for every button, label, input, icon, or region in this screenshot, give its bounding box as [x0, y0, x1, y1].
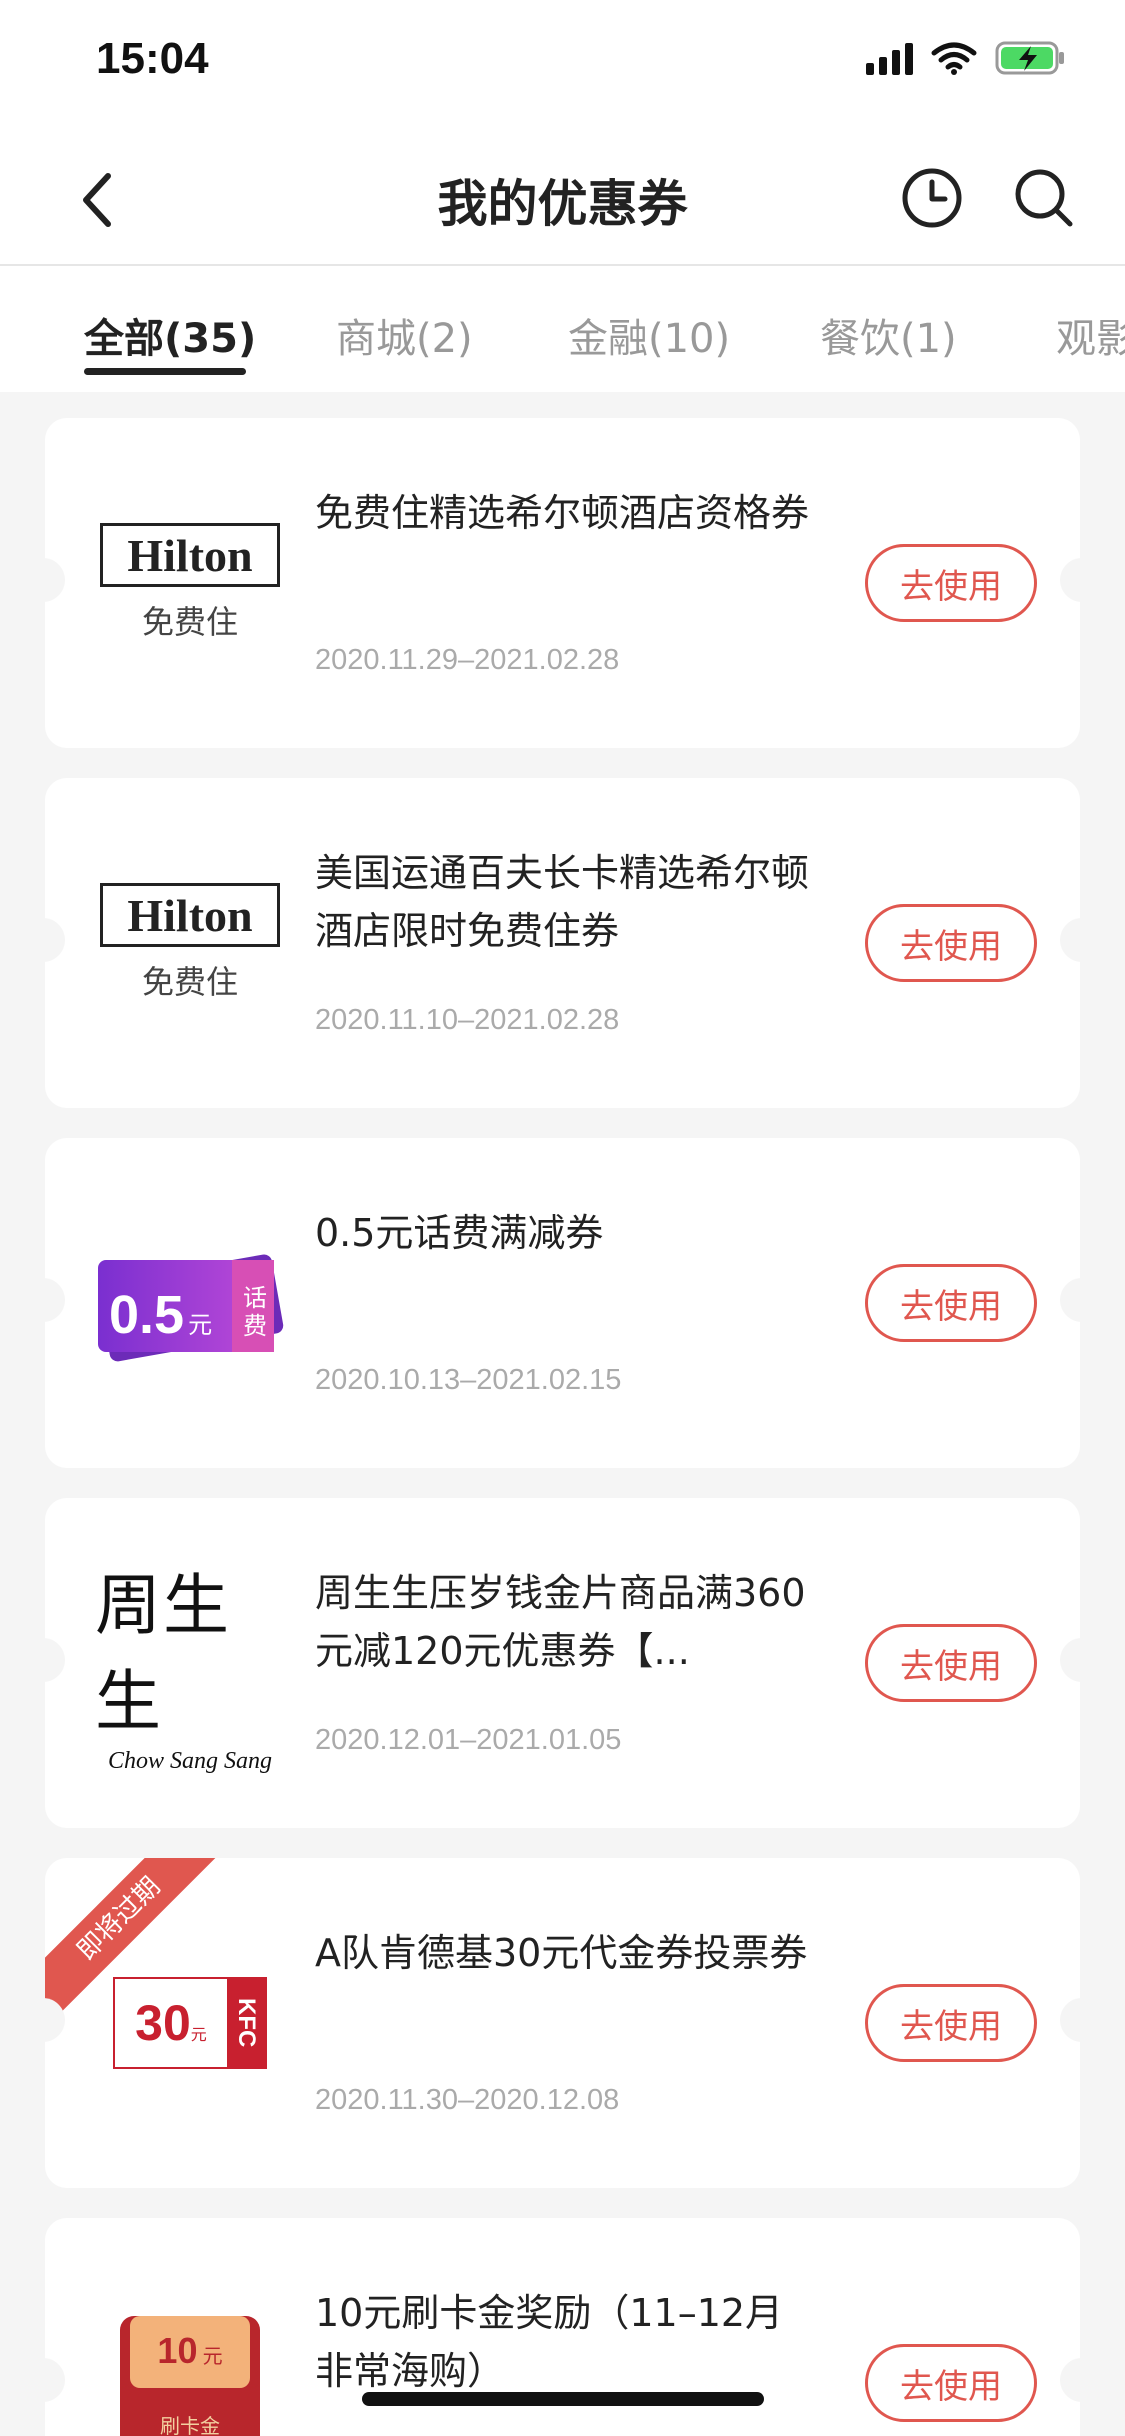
- tab-dining[interactable]: 餐饮(1): [820, 306, 957, 364]
- card-bonus-tag: 刷卡金: [160, 2414, 220, 2436]
- chow-sang-sang-logo: 周生生 Chow Sang Sang: [95, 1567, 285, 1774]
- coupon-date: 2020.12.01–2021.01.05: [315, 1724, 622, 1756]
- search-icon[interactable]: [1012, 166, 1076, 230]
- card-bonus-envelope: 10 元 刷卡金: [120, 2316, 260, 2436]
- coupon-notch: [1060, 1638, 1080, 1682]
- coupon-notch: [45, 1278, 65, 1322]
- coupon-notch: [45, 918, 65, 962]
- kfc-ticket: 30 元 KFC: [113, 1977, 267, 2069]
- coupon-title: 周生生压岁钱金片商品满360元减120元优惠券【...: [315, 1571, 806, 1673]
- coupon-card[interactable]: 周生生 Chow Sang Sang 周生生压岁钱金片商品满360元减120元优…: [45, 1498, 1080, 1828]
- phone-bill-amount: 0.5: [109, 1285, 185, 1345]
- coupon-date: 2020.11.30–2020.12.08: [315, 2084, 620, 2116]
- coupon-title: 10元刷卡金奖励（11–12月非常海购）: [315, 2291, 784, 2393]
- use-coupon-button[interactable]: 去使用: [865, 2344, 1037, 2422]
- coupon-notch: [45, 1638, 65, 1682]
- wifi-icon: [931, 42, 977, 75]
- card-bonus-logo: 10 元 刷卡金: [95, 2316, 285, 2436]
- coupon-title: 免费住精选希尔顿酒店资格券: [315, 491, 810, 535]
- coupon-date: 2020.10.13–2021.02.15: [315, 1364, 622, 1396]
- coupon-notch: [45, 2358, 65, 2402]
- hilton-logo: Hilton 免费住: [95, 508, 285, 658]
- coupon-card[interactable]: Hilton 免费住 免费住精选希尔顿酒店资格券 2020.11.29–2021…: [45, 418, 1080, 748]
- coupon-card[interactable]: 0.5 元 话费 0.5元话费满减券 2020.10.13–2021.02.15…: [45, 1138, 1080, 1468]
- tab-finance[interactable]: 金融(10): [568, 306, 730, 364]
- hilton-logo-sub: 免费住: [141, 963, 238, 1001]
- coupon-notch: [1060, 1998, 1080, 2042]
- kfc-brand: KFC: [227, 1979, 265, 2067]
- home-indicator: [362, 2392, 764, 2406]
- nav-bar: 我的优惠券: [0, 132, 1125, 266]
- status-bar: 15:04: [0, 0, 1125, 132]
- use-coupon-button[interactable]: 去使用: [865, 544, 1037, 622]
- kfc-amount: 30: [135, 1995, 191, 2051]
- coupon-title: A队肯德基30元代金券投票券: [315, 1931, 808, 1975]
- phone-bill-coupon-logo: 0.5 元 话费: [95, 1228, 285, 1378]
- phone-bill-tag: 话费: [243, 1284, 267, 1340]
- use-coupon-button[interactable]: 去使用: [865, 1624, 1037, 1702]
- card-bonus-unit: 元: [202, 2344, 223, 2368]
- coupon-notch: [1060, 1278, 1080, 1322]
- coupon-date: 2020.11.29–2021.02.28: [315, 644, 620, 676]
- coupon-card[interactable]: Hilton 免费住 美国运通百夫长卡精选希尔顿酒店限时免费住券 2020.11…: [45, 778, 1080, 1108]
- coupon-notch: [45, 558, 65, 602]
- card-bonus-amount: 10: [157, 2330, 198, 2371]
- use-coupon-button[interactable]: 去使用: [865, 1264, 1037, 1342]
- use-coupon-button[interactable]: 去使用: [865, 904, 1037, 982]
- hilton-logo-text: Hilton: [100, 883, 280, 947]
- coupon-notch: [1060, 2358, 1080, 2402]
- chow-sang-sang-logo-en: Chow Sang Sang: [107, 1747, 272, 1774]
- hilton-logo: Hilton 免费住: [95, 868, 285, 1018]
- battery-icon: [995, 41, 1064, 75]
- status-icons: [866, 40, 1067, 76]
- use-coupon-button[interactable]: 去使用: [865, 1984, 1037, 2062]
- tab-movies[interactable]: 观影: [1056, 306, 1125, 364]
- category-tabs: 全部(35) 商城(2) 金融(10) 餐饮(1) 观影: [0, 266, 1125, 392]
- coupon-notch: [1060, 558, 1080, 602]
- coupon-notch: [1060, 918, 1080, 962]
- coupon-title: 美国运通百夫长卡精选希尔顿酒店限时免费住券: [315, 851, 810, 953]
- hilton-logo-sub: 免费住: [141, 603, 238, 641]
- tab-mall[interactable]: 商城(2): [336, 306, 473, 364]
- chow-sang-sang-logo-cn: 周生生: [95, 1566, 231, 1740]
- coupon-card[interactable]: 即将过期 30 元 KFC A队肯德基30元代金券投票券 2020.11.30–…: [45, 1858, 1080, 2188]
- active-tab-indicator: [84, 368, 246, 375]
- phone-bill-unit: 元: [188, 1311, 213, 1339]
- status-time: 15:04: [96, 34, 209, 83]
- clock-history-icon[interactable]: [900, 166, 964, 230]
- coupon-title: 0.5元话费满减券: [315, 1211, 604, 1255]
- kfc-unit: 元: [190, 2025, 207, 2044]
- kfc-coupon-logo: 30 元 KFC: [95, 1948, 285, 2098]
- signal-icon: [866, 41, 913, 75]
- tab-all[interactable]: 全部(35): [84, 306, 256, 364]
- hilton-logo-text: Hilton: [100, 523, 280, 587]
- coupon-date: 2020.11.10–2021.02.28: [315, 1004, 620, 1036]
